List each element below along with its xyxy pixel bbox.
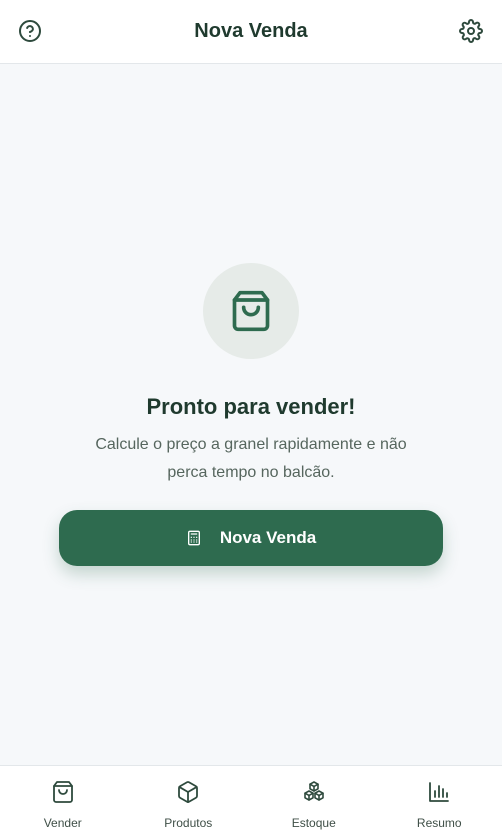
nav-item-vender[interactable]: Vender [0,766,126,839]
settings-button[interactable] [458,18,484,44]
nav-label: Estoque [291,816,336,830]
page-title: Nova Venda [194,20,308,42]
app-header: Nova Venda [0,0,502,64]
nav-label: Produtos [164,816,213,830]
nav-item-resumo[interactable]: Resumo [377,766,502,839]
hero-subtitle: Calcule o preço a granel rapidamente e n… [95,436,407,481]
new-sale-button-label: Nova Venda [219,528,317,547]
package-icon [176,780,200,804]
nav-label: Resumo [416,816,462,830]
bottom-nav: Vender Produtos Estoque Resumo [0,765,502,839]
new-sale-button[interactable]: Nova Venda [59,510,443,566]
help-circle-icon [18,19,42,43]
nav-label: Vender [43,816,82,830]
shopping-bag-icon [51,780,75,804]
nav-item-produtos[interactable]: Produtos [126,766,252,839]
boxes-icon [302,780,326,804]
nav-item-estoque[interactable]: Estoque [251,766,377,839]
calculator-icon [186,530,202,546]
hero-icon-circle [203,263,299,359]
help-button[interactable] [17,18,43,44]
shopping-bag-icon [229,289,273,333]
main-content: Pronto para vender! Calcule o preço a gr… [0,64,502,765]
hero-title: Pronto para vender! [146,394,356,419]
gear-icon [459,19,483,43]
bar-chart-icon [427,780,451,804]
